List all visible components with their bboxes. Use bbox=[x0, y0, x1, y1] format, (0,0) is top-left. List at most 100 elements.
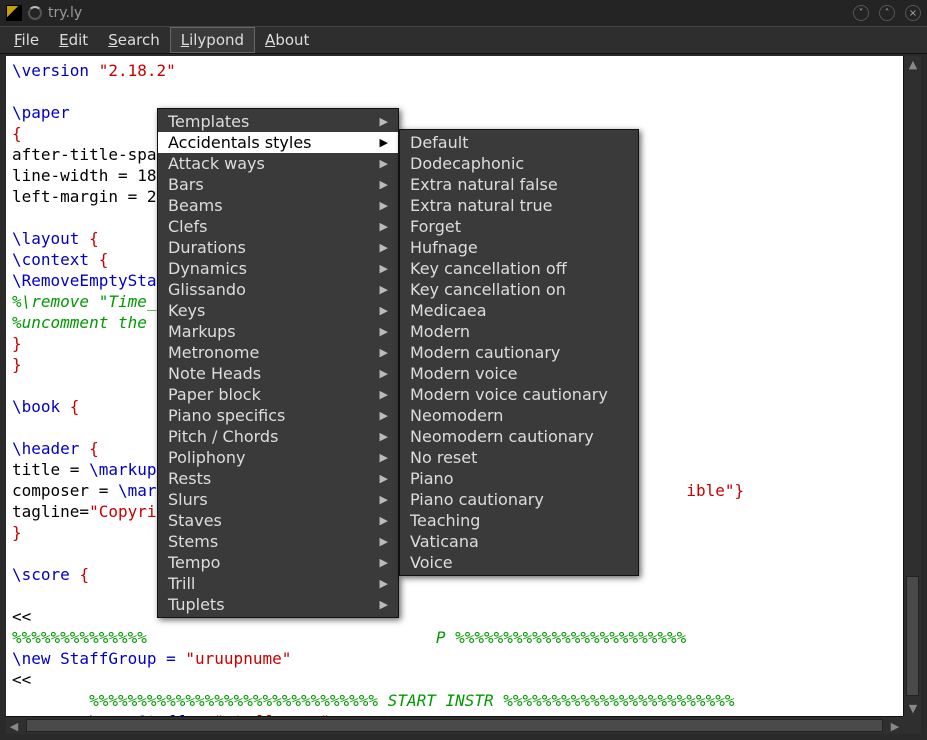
workarea: \version "2.18.2" \paper { after-title-s… bbox=[0, 54, 927, 740]
lilypond-item-tempo[interactable]: Tempo▶ bbox=[158, 552, 398, 573]
menu-item-label: Stems bbox=[168, 532, 218, 551]
lilypond-item-accidentals-styles[interactable]: Accidentals styles▶ bbox=[158, 132, 398, 153]
menu-item-label: Dodecaphonic bbox=[410, 154, 524, 173]
lilypond-item-pitch-chords[interactable]: Pitch / Chords▶ bbox=[158, 426, 398, 447]
accidentals-item-medicaea[interactable]: Medicaea bbox=[400, 300, 638, 321]
accidentals-item-vaticana[interactable]: Vaticana bbox=[400, 531, 638, 552]
lilypond-item-keys[interactable]: Keys▶ bbox=[158, 300, 398, 321]
lilypond-item-clefs[interactable]: Clefs▶ bbox=[158, 216, 398, 237]
accidentals-item-dodecaphonic[interactable]: Dodecaphonic bbox=[400, 153, 638, 174]
accidentals-item-teaching[interactable]: Teaching bbox=[400, 510, 638, 531]
menu-item-label: Glissando bbox=[168, 280, 246, 299]
lilypond-item-glissando[interactable]: Glissando ▶ bbox=[158, 279, 398, 300]
menu-item-label: Teaching bbox=[410, 511, 480, 530]
menu-item-label: Pitch / Chords bbox=[168, 427, 278, 446]
scroll-down-icon[interactable]: ▼ bbox=[907, 702, 919, 714]
chevron-right-icon: ▶ bbox=[380, 262, 388, 275]
accidentals-item-extra-natural-true[interactable]: Extra natural true bbox=[400, 195, 638, 216]
menu-item-label: Keys bbox=[168, 301, 205, 320]
accidentals-item-modern-voice-cautionary[interactable]: Modern voice cautionary bbox=[400, 384, 638, 405]
scroll-right-icon[interactable]: ▶ bbox=[889, 720, 901, 732]
menu-item-label: Key cancellation off bbox=[410, 259, 567, 278]
menu-item-label: Beams bbox=[168, 196, 223, 215]
menu-item-label: Hufnage bbox=[410, 238, 478, 257]
menu-item-label: Modern voice cautionary bbox=[410, 385, 608, 404]
accidentals-item-piano-cautionary[interactable]: Piano cautionary bbox=[400, 489, 638, 510]
accidentals-item-key-cancellation-on[interactable]: Key cancellation on bbox=[400, 279, 638, 300]
lilypond-item-durations[interactable]: Durations ▶ bbox=[158, 237, 398, 258]
chevron-right-icon: ▶ bbox=[380, 115, 388, 128]
vscroll-thumb[interactable] bbox=[906, 576, 919, 696]
lilypond-item-beams[interactable]: Beams▶ bbox=[158, 195, 398, 216]
maximize-button[interactable]: ˄ bbox=[879, 5, 895, 21]
lilypond-item-rests[interactable]: Rests▶ bbox=[158, 468, 398, 489]
menu-item-label: No reset bbox=[410, 448, 477, 467]
menu-search[interactable]: Search bbox=[98, 27, 170, 53]
menu-item-label: Piano cautionary bbox=[410, 490, 544, 509]
lilypond-item-markups[interactable]: Markups▶ bbox=[158, 321, 398, 342]
menu-item-label: Neomodern cautionary bbox=[410, 427, 594, 446]
lilypond-item-metronome[interactable]: Metronome▶ bbox=[158, 342, 398, 363]
close-button[interactable]: × bbox=[905, 5, 921, 21]
accidentals-item-piano[interactable]: Piano bbox=[400, 468, 638, 489]
app-window: try.ly ˅ ˄ × File Edit Search Lilypond A… bbox=[0, 0, 927, 740]
lilypond-item-paper-block[interactable]: Paper block▶ bbox=[158, 384, 398, 405]
menu-item-label: Metronome bbox=[168, 343, 259, 362]
menu-lilypond[interactable]: Lilypond bbox=[170, 27, 255, 53]
menu-item-label: Clefs bbox=[168, 217, 207, 236]
lilypond-item-tuplets[interactable]: Tuplets▶ bbox=[158, 594, 398, 615]
lilypond-item-templates[interactable]: Templates ▶ bbox=[158, 111, 398, 132]
chevron-right-icon: ▶ bbox=[380, 241, 388, 254]
chevron-right-icon: ▶ bbox=[380, 409, 388, 422]
menu-item-label: Templates bbox=[168, 112, 249, 131]
lilypond-item-piano-specifics[interactable]: Piano specifics▶ bbox=[158, 405, 398, 426]
accidentals-item-modern[interactable]: Modern bbox=[400, 321, 638, 342]
accidentals-item-default[interactable]: Default bbox=[400, 132, 638, 153]
busy-icon bbox=[28, 6, 42, 20]
lilypond-item-stems[interactable]: Stems▶ bbox=[158, 531, 398, 552]
accidentals-item-voice[interactable]: Voice bbox=[400, 552, 638, 573]
lilypond-item-staves[interactable]: Staves▶ bbox=[158, 510, 398, 531]
window-title: try.ly bbox=[48, 5, 82, 21]
scroll-up-icon[interactable]: ▲ bbox=[907, 58, 919, 70]
chevron-right-icon: ▶ bbox=[380, 283, 388, 296]
menu-about[interactable]: About bbox=[255, 27, 319, 53]
accidentals-item-extra-natural-false[interactable]: Extra natural false bbox=[400, 174, 638, 195]
menubar: File Edit Search Lilypond About bbox=[0, 26, 927, 54]
accidentals-item-forget[interactable]: Forget bbox=[400, 216, 638, 237]
app-icon bbox=[6, 5, 22, 21]
lilypond-item-poliphony[interactable]: Poliphony▶ bbox=[158, 447, 398, 468]
accidentals-item-neomodern[interactable]: Neomodern bbox=[400, 405, 638, 426]
menu-item-label: Durations bbox=[168, 238, 246, 257]
hscroll-thumb[interactable] bbox=[26, 719, 883, 732]
menu-item-label: Extra natural false bbox=[410, 175, 558, 194]
menu-item-label: Forget bbox=[410, 217, 461, 236]
menu-item-label: Accidentals styles bbox=[168, 133, 312, 152]
scroll-left-icon[interactable]: ◀ bbox=[8, 720, 20, 732]
menu-item-label: Paper block bbox=[168, 385, 261, 404]
chevron-right-icon: ▶ bbox=[380, 556, 388, 569]
menu-item-label: Bars bbox=[168, 175, 204, 194]
accidentals-item-hufnage[interactable]: Hufnage bbox=[400, 237, 638, 258]
lilypond-item-attack-ways[interactable]: Attack ways▶ bbox=[158, 153, 398, 174]
menu-file[interactable]: File bbox=[4, 27, 49, 53]
accidentals-item-key-cancellation-off[interactable]: Key cancellation off bbox=[400, 258, 638, 279]
chevron-right-icon: ▶ bbox=[380, 325, 388, 338]
accidentals-item-modern-cautionary[interactable]: Modern cautionary bbox=[400, 342, 638, 363]
lilypond-item-slurs[interactable]: Slurs▶ bbox=[158, 489, 398, 510]
menu-item-label: Default bbox=[410, 133, 468, 152]
titlebar[interactable]: try.ly ˅ ˄ × bbox=[0, 0, 927, 26]
lilypond-item-trill[interactable]: Trill▶ bbox=[158, 573, 398, 594]
lilypond-item-bars[interactable]: Bars▶ bbox=[158, 174, 398, 195]
accidentals-item-neomodern-cautionary[interactable]: Neomodern cautionary bbox=[400, 426, 638, 447]
lilypond-item-dynamics[interactable]: Dynamics▶ bbox=[158, 258, 398, 279]
accidentals-item-modern-voice[interactable]: Modern voice bbox=[400, 363, 638, 384]
minimize-button[interactable]: ˅ bbox=[853, 5, 869, 21]
horizontal-scrollbar[interactable]: ◀ ▶ bbox=[6, 716, 903, 734]
lilypond-item-note-heads[interactable]: Note Heads▶ bbox=[158, 363, 398, 384]
menu-item-label: Rests bbox=[168, 469, 211, 488]
vertical-scrollbar[interactable]: ▲ ▼ bbox=[903, 56, 921, 716]
menu-item-label: Modern voice bbox=[410, 364, 517, 383]
accidentals-item-no-reset[interactable]: No reset bbox=[400, 447, 638, 468]
menu-edit[interactable]: Edit bbox=[49, 27, 98, 53]
